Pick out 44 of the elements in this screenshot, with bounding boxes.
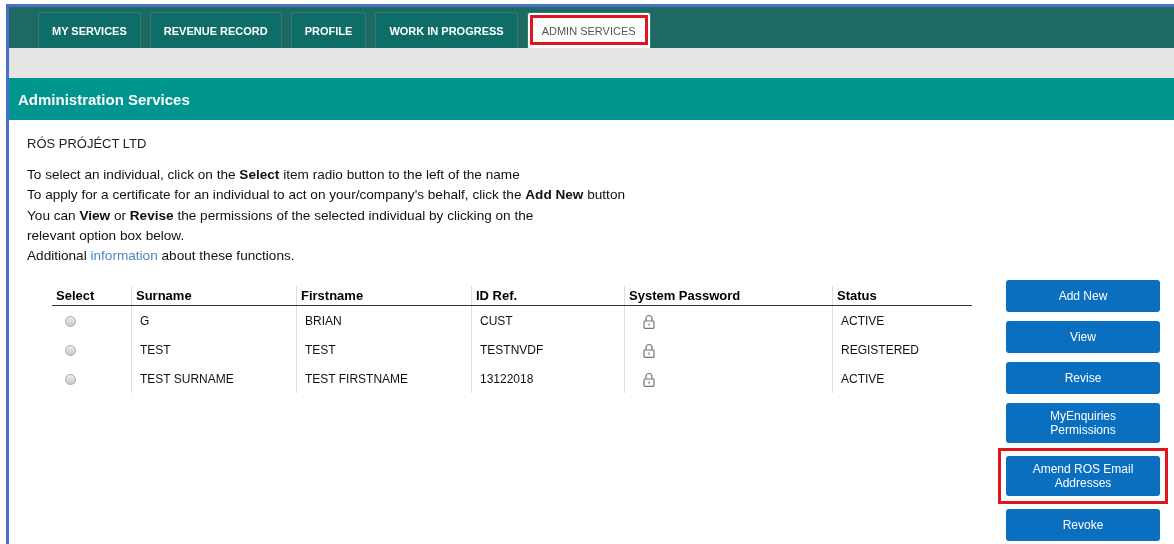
nav-tab[interactable]: ADMIN SERVICES xyxy=(526,12,651,48)
action-button[interactable]: Add New xyxy=(1006,280,1160,313)
instruction-text: To apply for a certificate for an individual to act on your/company's behalf, click the Add New button xyxy=(27,186,626,205)
table-cell: REGISTERED xyxy=(832,335,972,365)
nav-tab[interactable]: PROFILE xyxy=(290,12,367,48)
action-button[interactable]: MyEnquiries Permissions xyxy=(1006,403,1160,444)
radio-button[interactable] xyxy=(65,345,76,357)
padlock-icon xyxy=(643,313,655,329)
action-button[interactable]: Revoke xyxy=(1006,509,1160,542)
instruction-text: Additional xyxy=(27,248,87,264)
action-button[interactable]: Revise xyxy=(1006,362,1160,395)
instruction-text: To select an individual, click on the Select item radio button to the left of the name xyxy=(27,166,521,184)
column-header: System Password xyxy=(624,286,833,306)
nav-tab[interactable]: REVENUE RECORD xyxy=(149,12,282,48)
table-cell: TEST xyxy=(131,335,297,365)
radio-button[interactable] xyxy=(65,316,76,328)
section-title: Administration Services xyxy=(18,90,190,108)
column-header: Select xyxy=(52,286,132,306)
column-header: Firstname xyxy=(296,286,472,306)
padlock-icon xyxy=(643,342,655,358)
column-header: ID Ref. xyxy=(471,286,625,306)
table-cell: CUST xyxy=(471,306,625,336)
instruction-text: You can View or Revise the permissions of the selected individual by clicking on the xyxy=(27,206,535,225)
action-button[interactable]: Amend ROS Email Addresses xyxy=(1006,456,1160,497)
information-link[interactable]: information xyxy=(90,248,158,264)
table-cell: TESTNVDF xyxy=(471,335,625,365)
table-cell: TEST FIRSTNAME xyxy=(296,364,472,394)
action-button[interactable]: View xyxy=(1006,321,1160,354)
company-name: RÓS PRÓJÉCT LTD xyxy=(27,136,148,151)
table-cell: TEST SURNAME xyxy=(131,364,297,394)
table-cell: BRIAN xyxy=(296,306,472,336)
padlock-icon xyxy=(643,371,655,387)
table-cell: ACTIVE xyxy=(832,306,972,336)
radio-button[interactable] xyxy=(65,374,76,386)
nav-tab[interactable]: WORK IN PROGRESS xyxy=(375,12,518,48)
column-header: Status xyxy=(832,286,972,306)
nav-tab[interactable]: MY SERVICES xyxy=(38,12,141,48)
column-header: Surname xyxy=(131,286,297,306)
instruction-text: relevant option box below. xyxy=(27,226,186,245)
table-cell: TEST xyxy=(296,335,472,365)
table-cell: G xyxy=(131,306,297,336)
table-cell: ACTIVE xyxy=(832,364,972,394)
instruction-text: about these functions. xyxy=(161,248,295,264)
table-cell: 13122018 xyxy=(471,364,625,394)
